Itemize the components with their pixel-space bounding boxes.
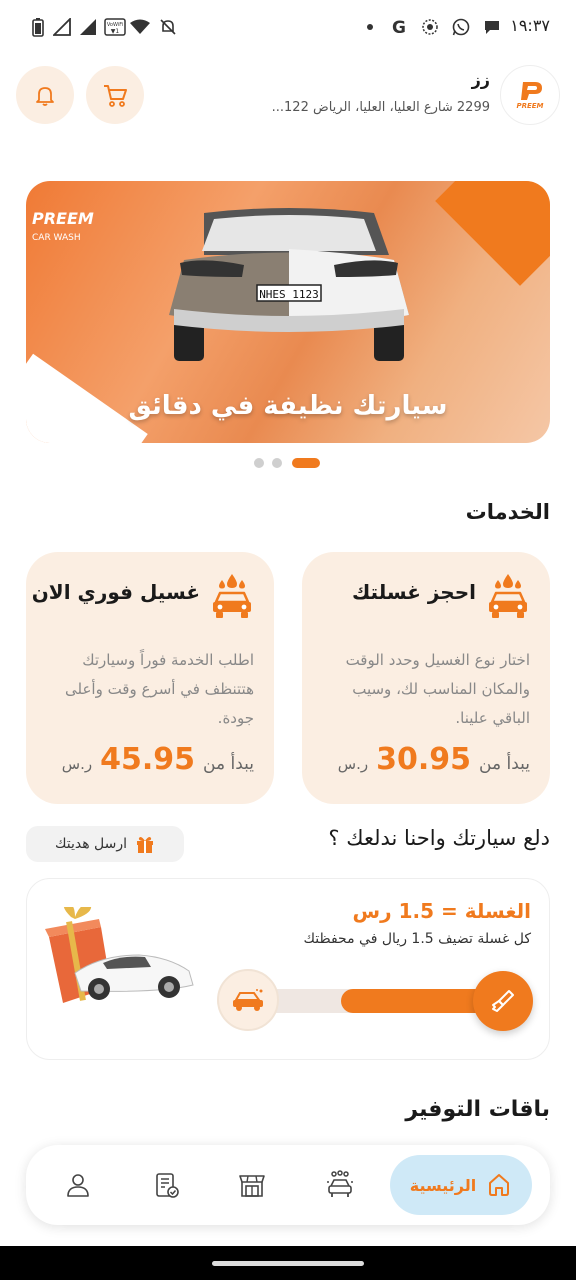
- price-prefix: يبدأ من: [479, 754, 530, 774]
- price-value: 30.95: [376, 742, 472, 777]
- promo-title: الغسلة = 1.5 رس: [352, 899, 532, 923]
- banner-corner-decoration: [435, 181, 550, 286]
- store-icon: [239, 1175, 265, 1197]
- card-description: اختار نوع الغسيل وحدد الوقت والمكان المن…: [345, 651, 530, 727]
- gift-title: دلع سيارتك واحنا ندلعك ؟: [328, 826, 550, 850]
- price-currency: ر.س: [337, 755, 369, 773]
- book-wash-card[interactable]: احجز غسلتك اختار نوع الغسيل وحدد الوقت و…: [302, 552, 550, 804]
- send-gift-button[interactable]: ارسل هديتك: [26, 826, 184, 862]
- banner-brand-sub: CAR WASH: [32, 233, 81, 243]
- price-value: 45.95: [100, 742, 196, 777]
- vowifi-icon: VoWiFi ▼1: [104, 17, 126, 37]
- car-wash-icon: [233, 989, 263, 1011]
- license-plate: NHES 1123: [259, 288, 319, 301]
- svg-text:▼1: ▼1: [111, 28, 120, 35]
- banner-brand: PREEM: [32, 209, 94, 228]
- nav-home-label: الرئيسية: [409, 1175, 477, 1195]
- card-title: غسيل فوري الان: [31, 580, 200, 604]
- pager-dot-active[interactable]: [292, 458, 320, 468]
- progress-start: [217, 969, 279, 1031]
- preem-logo-icon: [521, 82, 542, 100]
- progress-end: [473, 971, 533, 1031]
- nav-profile[interactable]: [54, 1155, 102, 1215]
- status-time: ١٩:٣٧: [510, 16, 550, 35]
- wallet-promo-card: الغسلة = 1.5 رس كل غسلة تضيف 1.5 ريال في…: [26, 878, 550, 1060]
- chat-icon: [482, 17, 502, 37]
- app-icon: [420, 17, 440, 37]
- home-gesture-pill[interactable]: [212, 1261, 364, 1266]
- car-wash-icon: [489, 574, 527, 618]
- brand-logo: PREEM: [500, 65, 560, 125]
- card-title: احجز غسلتك: [351, 580, 476, 604]
- signal-icon: [52, 17, 72, 37]
- pager-dot[interactable]: [254, 458, 264, 468]
- send-gift-label: ارسل هديتك: [54, 836, 128, 852]
- card-price: يبدأ من 45.95 ر.س: [62, 742, 254, 777]
- nav-home[interactable]: الرئيسية: [390, 1155, 532, 1215]
- cart-button[interactable]: [86, 66, 144, 124]
- gift-icon: [137, 837, 154, 853]
- nav-services[interactable]: [316, 1155, 364, 1215]
- google-icon: G: [389, 17, 409, 37]
- dot-icon: [360, 17, 380, 37]
- home-icon: [489, 1174, 510, 1196]
- brush-icon: [492, 990, 514, 1012]
- gift-car-image: [45, 907, 194, 1003]
- notifications-button[interactable]: [16, 66, 74, 124]
- user-address[interactable]: 2299 شارع العليا، العليا، الرياض 122...: [210, 100, 490, 115]
- promo-subtitle: كل غسلة تضيف 1.5 ريال في محفظتك: [303, 931, 531, 947]
- card-price: يبدأ من 30.95 ر.س: [338, 742, 530, 777]
- orders-icon: [156, 1173, 179, 1198]
- whatsapp-icon: [451, 17, 471, 37]
- signal-icon: [78, 17, 98, 37]
- nav-store[interactable]: [228, 1155, 276, 1215]
- pager-dot[interactable]: [272, 458, 282, 468]
- logo-text: PREEM: [516, 102, 544, 110]
- battery-icon: [28, 17, 48, 37]
- price-currency: ر.س: [61, 755, 93, 773]
- svg-text:G: G: [392, 18, 406, 36]
- card-description: اطلب الخدمة فوراً وسيارتك هتتنظف في أسرع…: [64, 651, 254, 727]
- savings-title: باقات التوفير: [405, 1097, 550, 1122]
- promo-banner[interactable]: PREEM CAR WASH NHES 1123 سيارتك نظيفة في…: [26, 181, 550, 443]
- car-image: NHES 1123: [169, 208, 409, 361]
- car-wash-icon: [213, 574, 251, 618]
- wifi-icon: [130, 17, 150, 37]
- status-bar: ١٩:٣٧ VoWiFi ▼1 G: [0, 0, 576, 56]
- instant-wash-card[interactable]: غسيل فوري الان اطلب الخدمة فوراً وسيارتك…: [26, 552, 274, 804]
- car-wash-icon: [327, 1170, 353, 1197]
- bottom-nav: الرئيسية: [26, 1145, 550, 1225]
- user-name: زز: [471, 70, 490, 89]
- cart-icon: [104, 85, 127, 107]
- banner-caption: سيارتك نظيفة في دقائق: [128, 391, 448, 421]
- services-title: الخدمات: [465, 500, 550, 524]
- price-prefix: يبدأ من: [203, 754, 254, 774]
- mute-icon: [158, 17, 178, 37]
- banner-pager: [254, 457, 324, 469]
- bell-icon: [36, 87, 54, 106]
- nav-orders[interactable]: [142, 1155, 190, 1215]
- user-icon: [67, 1174, 89, 1197]
